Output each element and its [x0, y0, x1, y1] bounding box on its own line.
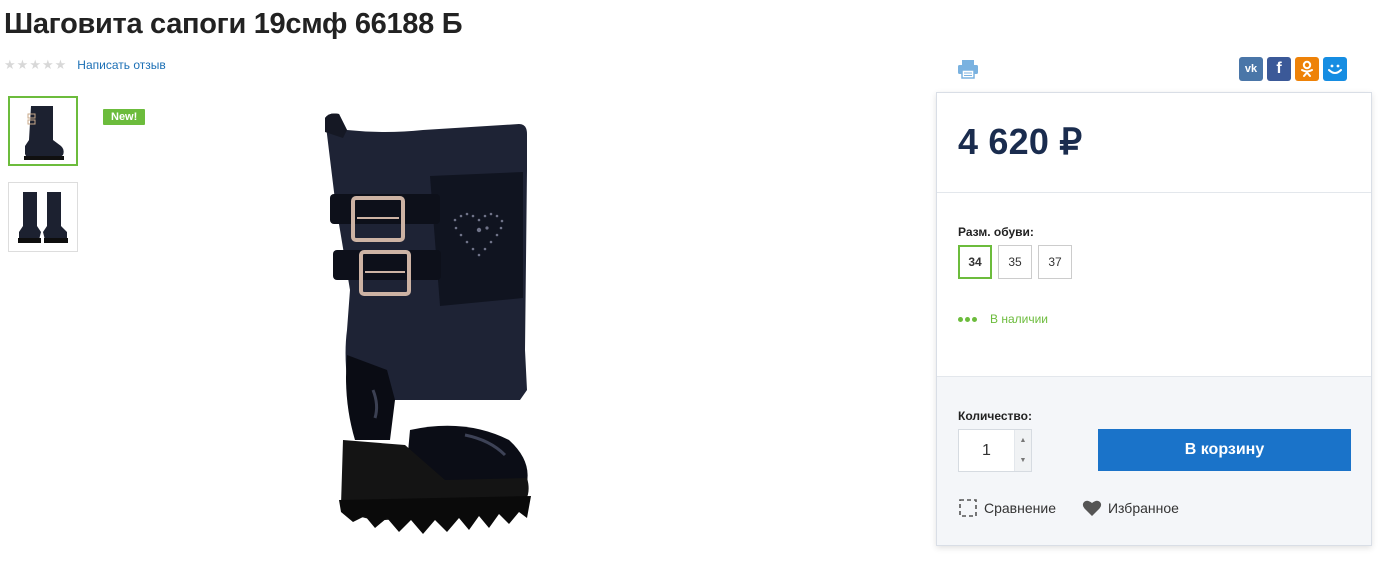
compare-icon	[959, 499, 977, 517]
share-buttons: vk f	[1239, 57, 1347, 81]
write-review-link[interactable]: Написать отзыв	[77, 57, 165, 73]
star-icon[interactable]: ★	[4, 57, 16, 73]
purchase-panel: 4 620 ₽ Разм. обуви: 34 35 37 В наличии …	[936, 92, 1372, 546]
new-badge: New!	[103, 109, 146, 125]
heart-icon	[1082, 500, 1102, 516]
options-block: Разм. обуви: 34 35 37 В наличии	[937, 193, 1371, 377]
stock-status-text: В наличии	[990, 312, 1049, 326]
size-selector: 34 35 37	[958, 245, 1072, 279]
stock-status: В наличии	[958, 312, 1048, 326]
size-option-37[interactable]: 37	[1038, 245, 1072, 279]
vk-icon[interactable]: vk	[1239, 57, 1263, 81]
facebook-icon[interactable]: f	[1267, 57, 1291, 81]
quantity-decrease-icon[interactable]: ▼	[1015, 450, 1031, 471]
price: 4 620 ₽	[958, 121, 1082, 163]
quantity-stepper: 1 ▲ ▼	[958, 429, 1032, 472]
mailru-icon[interactable]	[1323, 57, 1347, 81]
buy-block: Количество: 1 ▲ ▼ В корзину Сравнение Из…	[937, 377, 1371, 545]
product-title: Шаговита сапоги 19смф 66188 Б	[4, 8, 463, 40]
size-option-34[interactable]: 34	[958, 245, 992, 279]
price-value: 4 620	[958, 121, 1050, 162]
star-icon[interactable]: ★	[55, 57, 67, 73]
product-actions: Сравнение Избранное	[958, 498, 1179, 518]
boot-thumbnail-image	[24, 106, 64, 160]
odnoklassniki-icon[interactable]	[1295, 57, 1319, 81]
thumbnail-2[interactable]	[8, 182, 78, 252]
print-icon[interactable]	[957, 59, 979, 79]
price-currency: ₽	[1059, 121, 1083, 162]
quantity-input[interactable]: 1	[959, 430, 1014, 471]
add-to-cart-button[interactable]: В корзину	[1098, 429, 1351, 471]
rating-stars[interactable]: ★ ★ ★ ★ ★	[4, 57, 66, 73]
quantity-increase-icon[interactable]: ▲	[1015, 430, 1031, 451]
favorite-label: Избранное	[1107, 500, 1179, 516]
favorite-button[interactable]: Избранное	[1082, 498, 1179, 518]
compare-label: Сравнение	[984, 500, 1056, 516]
boots-pair-thumbnail-image	[18, 192, 68, 243]
price-block: 4 620 ₽	[937, 93, 1371, 193]
star-icon[interactable]: ★	[17, 57, 29, 73]
quantity-label: Количество:	[958, 409, 1032, 423]
quantity-arrows: ▲ ▼	[1014, 430, 1031, 471]
rating-row: ★ ★ ★ ★ ★ Написать отзыв	[4, 57, 166, 73]
size-label: Разм. обуви:	[958, 225, 1034, 239]
star-icon[interactable]: ★	[42, 57, 54, 73]
compare-button[interactable]: Сравнение	[958, 498, 1056, 518]
stock-dots-icon	[958, 316, 977, 322]
thumbnail-1[interactable]	[8, 96, 78, 166]
star-icon[interactable]: ★	[29, 57, 41, 73]
product-main-image[interactable]	[295, 100, 725, 560]
size-option-35[interactable]: 35	[998, 245, 1032, 279]
